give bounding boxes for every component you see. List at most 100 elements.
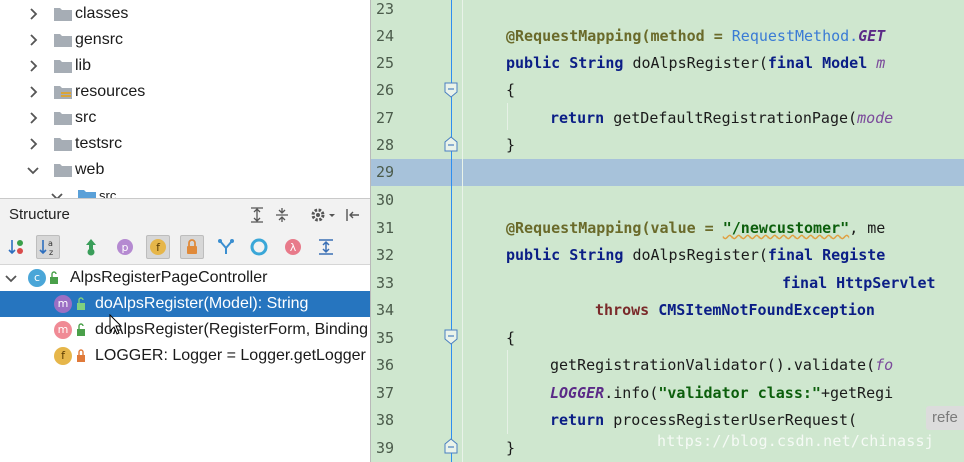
mouse-pointer-icon: [109, 313, 123, 340]
tree-item-label: resources: [75, 83, 146, 100]
show-properties-icon[interactable]: p: [113, 235, 137, 259]
chevron-right-icon[interactable]: [26, 131, 40, 157]
fold-start-icon[interactable]: [444, 329, 458, 345]
code-line-26[interactable]: 26 {: [371, 77, 964, 104]
autoscroll-icon[interactable]: [314, 235, 338, 259]
code-line-35[interactable]: 35 {: [371, 325, 964, 352]
folder-icon: [53, 136, 73, 152]
line-number: 26: [376, 81, 395, 99]
code-text: public String doAlpsRegister(final Regis…: [506, 246, 886, 264]
watermark: https://blog.csdn.net/chinassj: [657, 432, 934, 450]
collapse-all-icon[interactable]: [273, 206, 291, 224]
panel-title: Structure: [9, 206, 70, 223]
dropdown-arrow-icon[interactable]: [328, 206, 336, 224]
code-text: public String doAlpsRegister(final Model…: [506, 54, 886, 72]
fold-start-icon[interactable]: [444, 82, 458, 98]
tree-item-gensrc[interactable]: gensrc: [0, 27, 370, 53]
code-line-32[interactable]: 32 public String doAlpsRegister(final Re…: [371, 242, 964, 269]
tree-item-testsrc[interactable]: testsrc: [0, 131, 370, 157]
parameter-hint: refe: [926, 406, 964, 430]
code-text: }: [506, 439, 516, 457]
line-number: 36: [376, 356, 395, 374]
unlocked-icon: [75, 296, 87, 316]
project-tree: classes gensrc lib resources src testsrc: [0, 0, 370, 198]
chevron-right-icon[interactable]: [26, 105, 40, 131]
code-line-34[interactable]: 34 throws CMSItemNotFoundException: [371, 297, 964, 324]
code-line-36[interactable]: 36 getRegistrationValidator().validate(f…: [371, 352, 964, 379]
chevron-right-icon[interactable]: [26, 1, 40, 27]
code-line-24[interactable]: 24 @RequestMapping(method = RequestMetho…: [371, 23, 964, 50]
structure-member-logger[interactable]: f LOGGER: Logger = Logger.getLogger: [0, 343, 370, 369]
code-text: throws CMSItemNotFoundException: [595, 301, 875, 319]
show-fields-icon[interactable]: f: [146, 235, 170, 259]
tree-item-src[interactable]: src: [0, 105, 370, 131]
tree-item-web-src[interactable]: src: [24, 183, 370, 198]
chevron-down-icon[interactable]: [5, 269, 17, 291]
sort-alphabetically-icon[interactable]: az: [36, 235, 60, 259]
hide-panel-icon[interactable]: [344, 206, 362, 224]
structure-member-do-alps-register-form[interactable]: m doAlpsRegister(RegisterForm, Binding: [0, 317, 370, 343]
code-line-30[interactable]: 30: [371, 187, 964, 214]
code-editor[interactable]: 23 24 @RequestMapping(method = RequestMe…: [371, 0, 964, 462]
folder-icon: [53, 32, 73, 48]
code-line-27[interactable]: 27 return getDefaultRegistrationPage(mod…: [371, 105, 964, 132]
line-number: 38: [376, 411, 395, 429]
code-line-28[interactable]: 28 }: [371, 132, 964, 159]
tree-item-classes[interactable]: classes: [0, 1, 370, 27]
chevron-right-icon[interactable]: [26, 79, 40, 105]
member-label: LOGGER: Logger = Logger.getLogger: [95, 347, 366, 364]
code-text: {: [506, 329, 516, 347]
line-number: 23: [376, 0, 395, 18]
code-line-37[interactable]: 37 LOGGER.info("validator class:"+getReg…: [371, 380, 964, 407]
code-line-25[interactable]: 25 public String doAlpsRegister(final Mo…: [371, 50, 964, 77]
tree-item-label: src: [99, 188, 117, 198]
chevron-right-icon[interactable]: [26, 53, 40, 79]
expand-all-icon[interactable]: [248, 206, 266, 224]
code-line-38[interactable]: 38 return processRegisterUserRequest(: [371, 407, 964, 434]
tree-item-label: testsrc: [75, 135, 123, 152]
tree-item-label: src: [75, 109, 97, 126]
line-number: 29: [376, 163, 395, 181]
svg-text:z: z: [49, 248, 53, 257]
indent-guide: [507, 350, 508, 434]
method-icon: m: [54, 295, 72, 313]
show-anonymous-icon[interactable]: [214, 235, 238, 259]
code-line-29-current[interactable]: 29: [371, 159, 964, 186]
code-line-31[interactable]: 31 @RequestMapping(value = "/newcustomer…: [371, 215, 964, 242]
code-text: }: [506, 136, 516, 154]
unlocked-icon: [48, 270, 60, 290]
unlocked-icon: [75, 322, 87, 342]
line-number: 33: [376, 274, 395, 292]
show-lambdas-icon[interactable]: [247, 235, 271, 259]
code-line-23[interactable]: 23: [371, 0, 964, 23]
structure-member-do-alps-register-model[interactable]: m doAlpsRegister(Model): String: [0, 291, 370, 317]
chevron-down-icon[interactable]: [50, 183, 64, 198]
fold-end-icon[interactable]: [444, 136, 458, 152]
code-line-33[interactable]: 33 final HttpServlet: [371, 270, 964, 297]
tree-item-resources[interactable]: resources: [0, 79, 370, 105]
tree-item-lib[interactable]: lib: [0, 53, 370, 79]
member-label: doAlpsRegister(RegisterForm, Binding: [95, 321, 368, 338]
tree-item-web[interactable]: web: [0, 157, 370, 183]
sort-visibility-icon[interactable]: [5, 235, 29, 259]
show-inherited-icon[interactable]: [79, 235, 103, 259]
structure-class-node[interactable]: c AlpsRegisterPageController: [0, 265, 370, 291]
line-number: 34: [376, 301, 395, 319]
left-panel: classes gensrc lib resources src testsrc: [0, 0, 370, 462]
code-text: return getDefaultRegistrationPage(mode: [550, 109, 894, 127]
fold-end-icon[interactable]: [444, 438, 458, 454]
line-number: 39: [376, 439, 395, 457]
folder-icon: [53, 110, 73, 126]
svg-text:λ: λ: [290, 241, 297, 254]
indent-guide: [507, 103, 508, 130]
gear-icon[interactable]: [309, 206, 327, 224]
svg-text:p: p: [122, 241, 129, 254]
method-icon: m: [54, 321, 72, 339]
lambda-icon[interactable]: λ: [281, 235, 305, 259]
chevron-right-icon[interactable]: [26, 27, 40, 53]
gutter-separator: [451, 0, 452, 462]
show-non-public-icon[interactable]: [180, 235, 204, 259]
tree-item-label: web: [75, 161, 105, 178]
structure-tree: c AlpsRegisterPageController m doAlpsReg…: [0, 265, 370, 462]
chevron-down-icon[interactable]: [26, 157, 40, 183]
